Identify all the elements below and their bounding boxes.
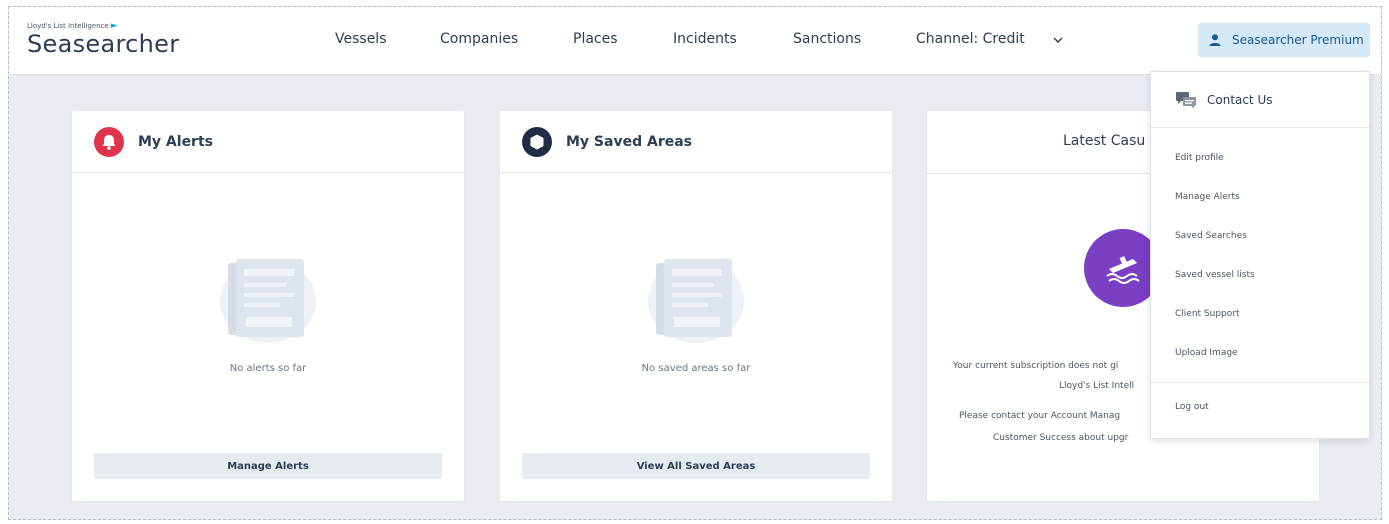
brand-logo[interactable]: Lloyd's List Intelligence ► Seasearcher bbox=[27, 21, 179, 58]
menu-client-support[interactable]: Client Support bbox=[1151, 294, 1369, 333]
saved-areas-card: My Saved Areas No saved areas so far Vie… bbox=[500, 111, 892, 501]
alerts-card-header: My Alerts bbox=[72, 111, 464, 173]
nav-sanctions[interactable]: Sanctions bbox=[793, 31, 861, 47]
empty-document-icon bbox=[220, 259, 316, 343]
chat-icon bbox=[1176, 91, 1196, 108]
view-saved-areas-button[interactable]: View All Saved Areas bbox=[522, 453, 870, 479]
nav-channel[interactable]: Channel: Credit bbox=[916, 31, 1025, 47]
saved-areas-card-header: My Saved Areas bbox=[500, 111, 892, 173]
chevron-down-icon[interactable] bbox=[1051, 33, 1065, 47]
menu-divider bbox=[1151, 382, 1369, 383]
saved-areas-empty-text: No saved areas so far bbox=[641, 363, 751, 374]
menu-edit-profile[interactable]: Edit profile bbox=[1151, 138, 1369, 177]
app-frame: Lloyd's List Intelligence ► Seasearcher … bbox=[8, 6, 1382, 520]
casualty-card-title: Latest Casu bbox=[1063, 133, 1146, 149]
manage-alerts-button[interactable]: Manage Alerts bbox=[94, 453, 442, 479]
sinking-ship-icon bbox=[1106, 256, 1140, 284]
nav-incidents[interactable]: Incidents bbox=[673, 31, 737, 47]
nav-vessels[interactable]: Vessels bbox=[335, 31, 387, 47]
saved-areas-card-title: My Saved Areas bbox=[566, 133, 692, 150]
menu-contact-label: Contact Us bbox=[1207, 92, 1273, 107]
account-button[interactable]: Seasearcher Premium bbox=[1198, 23, 1370, 57]
nav-companies[interactable]: Companies bbox=[440, 31, 518, 47]
menu-upload-image[interactable]: Upload Image bbox=[1151, 333, 1369, 372]
area-icon bbox=[522, 126, 552, 157]
bell-icon bbox=[94, 126, 124, 157]
menu-contact-us[interactable]: Contact Us bbox=[1151, 72, 1369, 128]
menu-saved-searches[interactable]: Saved Searches bbox=[1151, 216, 1369, 255]
menu-log-out[interactable]: Log out bbox=[1151, 387, 1369, 426]
menu-saved-vessel-lists[interactable]: Saved vessel lists bbox=[1151, 255, 1369, 294]
account-dropdown-menu: Contact Us Edit profile Manage Alerts Sa… bbox=[1150, 71, 1370, 439]
alerts-empty-text: No alerts so far bbox=[229, 363, 307, 374]
empty-document-icon bbox=[648, 259, 744, 343]
menu-manage-alerts[interactable]: Manage Alerts bbox=[1151, 177, 1369, 216]
brand-name: Seasearcher bbox=[27, 30, 180, 58]
nav-places[interactable]: Places bbox=[573, 31, 618, 47]
top-header: Lloyd's List Intelligence ► Seasearcher … bbox=[9, 7, 1381, 75]
alerts-card-title: My Alerts bbox=[138, 133, 213, 150]
user-icon bbox=[1209, 34, 1221, 46]
account-label: Seasearcher Premium bbox=[1232, 33, 1364, 47]
alerts-card: My Alerts No alerts so far Manage Alerts bbox=[72, 111, 464, 501]
menu-spacer bbox=[1151, 128, 1369, 138]
